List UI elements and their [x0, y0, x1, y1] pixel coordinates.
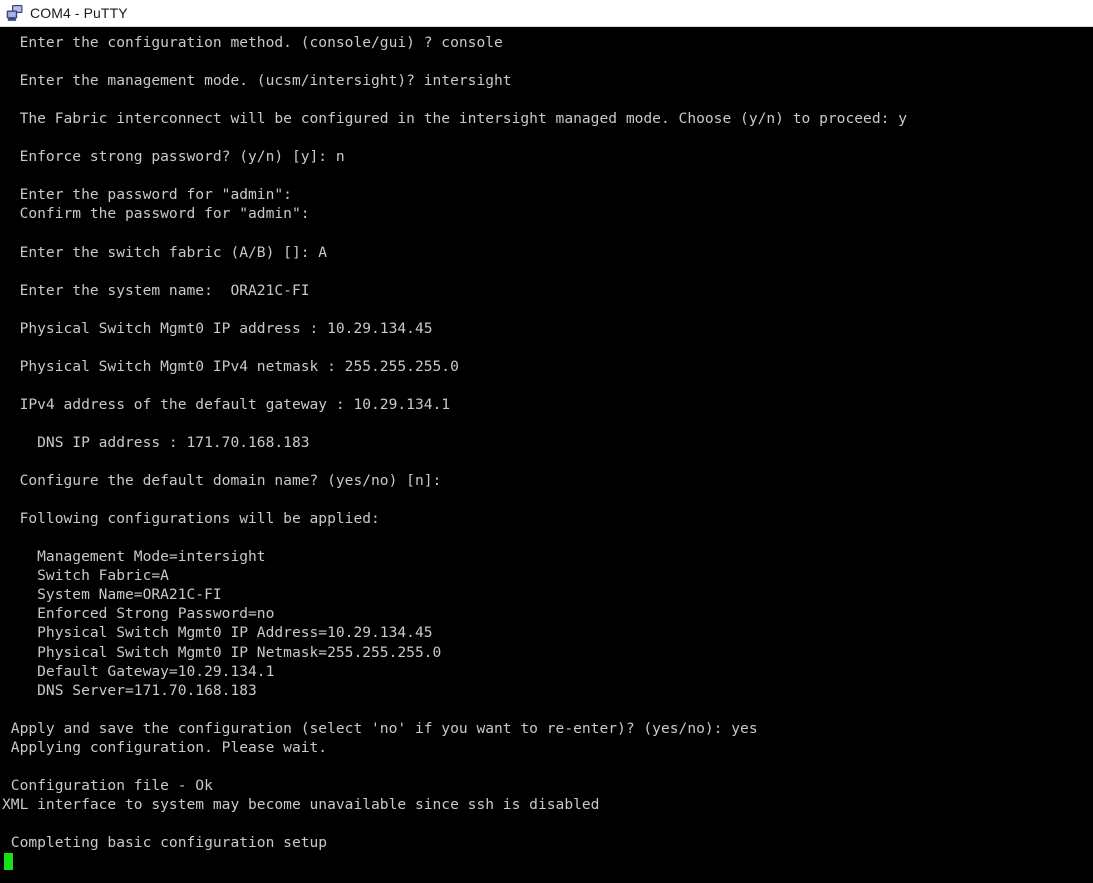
terminal-line: Default Gateway=10.29.134.1 — [2, 662, 275, 680]
terminal-line: DNS Server=171.70.168.183 — [2, 681, 257, 699]
terminal-cursor-line — [2, 852, 1093, 871]
terminal-line: Confirm the password for "admin": — [2, 205, 310, 223]
window-title: COM4 - PuTTY — [30, 5, 128, 21]
terminal-line: Physical Switch Mgmt0 IP Address=10.29.1… — [2, 624, 433, 642]
terminal-line: Enter the management mode. (ucsm/intersi… — [2, 72, 512, 90]
terminal-line: Configuration file - Ok — [2, 776, 213, 794]
terminal-line: Enforce strong password? (y/n) [y]: n — [2, 148, 345, 166]
terminal-cursor — [4, 853, 13, 871]
terminal-line: Completing basic configuration setup — [2, 833, 328, 851]
terminal-line: Configure the default domain name? (yes/… — [2, 472, 442, 490]
terminal-line: Enter the switch fabric (A/B) []: A — [2, 243, 328, 261]
terminal-line: IPv4 address of the default gateway : 10… — [2, 395, 451, 413]
terminal-line: System Name=ORA21C-FI — [2, 586, 222, 604]
terminal-line: Enforced Strong Password=no — [2, 605, 275, 623]
terminal-line: Enter the configuration method. (console… — [2, 34, 503, 51]
terminal-line: The Fabric interconnect will be configur… — [2, 110, 907, 128]
terminal-line: DNS IP address : 171.70.168.183 — [2, 433, 310, 451]
terminal-screen[interactable]: Enter the configuration method. (console… — [0, 33, 1093, 871]
terminal-line: Physical Switch Mgmt0 IP address : 10.29… — [2, 319, 433, 337]
window-titlebar[interactable]: COM4 - PuTTY — [0, 0, 1093, 27]
putty-window: COM4 - PuTTY Enter the configuration met… — [0, 0, 1093, 883]
terminal-line: Physical Switch Mgmt0 IPv4 netmask : 255… — [2, 357, 459, 375]
terminal-line: Management Mode=intersight — [2, 548, 266, 566]
terminal-line: Following configurations will be applied… — [2, 510, 380, 528]
terminal-area[interactable]: Enter the configuration method. (console… — [0, 27, 1093, 879]
terminal-line: XML interface to system may become unava… — [2, 795, 600, 813]
putty-computer-icon — [6, 5, 23, 21]
terminal-line: Enter the password for "admin": — [2, 186, 292, 204]
terminal-line: Apply and save the configuration (select… — [2, 719, 758, 737]
terminal-line: Enter the system name: ORA21C-FI — [2, 281, 310, 299]
terminal-line: Physical Switch Mgmt0 IP Netmask=255.255… — [2, 643, 442, 661]
terminal-line: Applying configuration. Please wait. — [2, 738, 328, 756]
terminal-line: Switch Fabric=A — [2, 567, 169, 585]
window-bottom-edge — [0, 879, 1093, 883]
